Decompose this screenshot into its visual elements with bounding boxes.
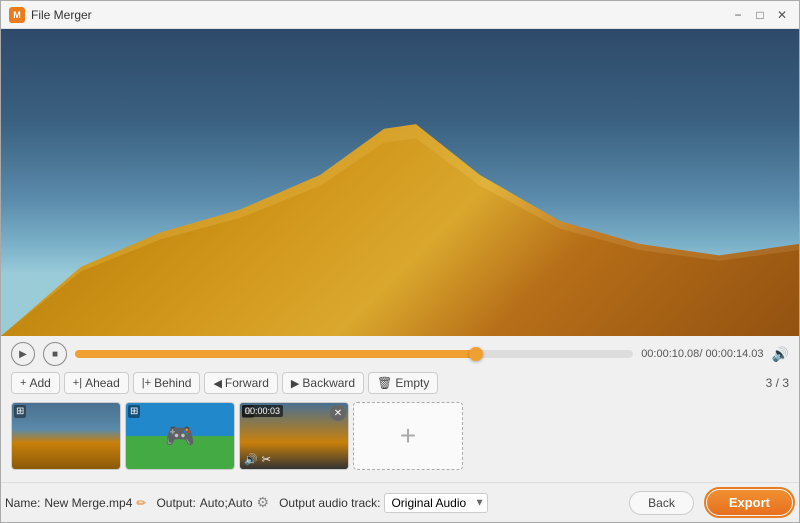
forward-button[interactable]: ◀ Forward — [204, 372, 277, 394]
title-bar-left: M File Merger — [9, 7, 92, 23]
empty-button[interactable]: 🗑 Empty — [368, 372, 438, 394]
forward-label: Forward — [225, 376, 269, 390]
window-title: File Merger — [31, 8, 92, 22]
output-label: Output: — [156, 496, 195, 510]
audio-track-label: Output audio track: — [279, 496, 380, 510]
time-current: 00:00:10.08 — [641, 348, 699, 360]
clips-row: ⊞ 🎮 ⊞ ⊞ 00:00:03 ✕ 🔊 ✂ + — [11, 400, 789, 472]
name-value: New Merge.mp4 — [44, 496, 132, 510]
clip-duration-3: 00:00:03 — [242, 405, 283, 417]
output-section: Output: Auto;Auto ⚙ — [156, 494, 269, 511]
forward-icon: ◀ — [213, 377, 221, 390]
stop-button[interactable]: ■ — [43, 342, 67, 366]
clip-count: 3 / 3 — [766, 376, 789, 390]
name-label: Name: — [5, 496, 40, 510]
behind-button[interactable]: |+ Behind — [133, 372, 201, 394]
minimize-button[interactable]: − — [729, 6, 747, 24]
add-label: Add — [29, 376, 50, 390]
progress-bar[interactable] — [75, 350, 633, 358]
app-window: M File Merger − □ ✕ ▶ ■ 00:00:10.08/ 00 — [0, 0, 800, 523]
app-icon: M — [9, 7, 25, 23]
controls-area: ▶ ■ 00:00:10.08/ 00:00:14.03 🔊 + Add +| … — [1, 336, 799, 482]
play-button[interactable]: ▶ — [11, 342, 35, 366]
behind-icon: |+ — [142, 377, 151, 389]
volume-icon[interactable]: 🔊 — [772, 346, 789, 363]
scissors-icon[interactable]: ✂ — [262, 453, 271, 466]
title-bar: M File Merger − □ ✕ — [1, 1, 799, 29]
maximize-button[interactable]: □ — [751, 6, 769, 24]
time-display: 00:00:10.08/ 00:00:14.03 — [641, 348, 763, 360]
ahead-label: Ahead — [85, 376, 120, 390]
close-button[interactable]: ✕ — [773, 6, 791, 24]
empty-label: Empty — [395, 376, 429, 390]
audio-dropdown-wrapper: Original Audio No Audio Mixed Audio ▼ — [384, 493, 488, 513]
progress-fill — [75, 350, 476, 358]
time-total: 00:00:14.03 — [705, 348, 763, 360]
toolbar-row: + Add +| Ahead |+ Behind ◀ Forward ▶ Bac… — [11, 372, 789, 394]
output-value: Auto;Auto — [200, 496, 253, 510]
add-clip-button[interactable]: + — [353, 402, 463, 470]
ahead-icon: +| — [73, 377, 82, 389]
trash-icon: 🗑 — [377, 376, 392, 390]
window-controls: − □ ✕ — [729, 6, 791, 24]
behind-label: Behind — [154, 376, 191, 390]
settings-icon[interactable]: ⚙ — [257, 494, 270, 511]
playback-row: ▶ ■ 00:00:10.08/ 00:00:14.03 🔊 — [11, 342, 789, 366]
bottom-bar: Name: New Merge.mp4 ✏ Output: Auto;Auto … — [1, 482, 799, 522]
clip-thumb-2[interactable]: 🎮 ⊞ — [125, 402, 235, 470]
audio-track-select[interactable]: Original Audio No Audio Mixed Audio — [384, 493, 488, 513]
progress-thumb[interactable] — [469, 347, 483, 361]
clip-close-3[interactable]: ✕ — [330, 405, 346, 421]
grid-icon-2: ⊞ — [128, 405, 140, 418]
edit-icon[interactable]: ✏ — [136, 496, 146, 510]
name-section: Name: New Merge.mp4 ✏ — [5, 496, 146, 510]
backward-button[interactable]: ▶ Backward — [282, 372, 364, 394]
clip-thumbnail-mario: 🎮 — [126, 403, 234, 469]
export-button[interactable]: Export — [707, 490, 792, 515]
export-button-wrapper: Export — [704, 487, 795, 518]
clip-thumbnail-mountain — [12, 403, 120, 469]
clip-thumb-1[interactable]: ⊞ — [11, 402, 121, 470]
grid-icon-1: ⊞ — [14, 405, 26, 418]
clip-controls-3: 🔊 ✂ — [244, 453, 271, 466]
ahead-button[interactable]: +| Ahead — [64, 372, 129, 394]
video-frame — [1, 29, 799, 336]
add-icon: + — [20, 377, 26, 389]
back-button[interactable]: Back — [629, 491, 694, 515]
video-preview — [1, 29, 799, 336]
audio-icon[interactable]: 🔊 — [244, 453, 258, 466]
backward-label: Backward — [302, 376, 355, 390]
clip-thumb-3[interactable]: ⊞ 00:00:03 ✕ 🔊 ✂ — [239, 402, 349, 470]
add-button[interactable]: + Add — [11, 372, 60, 394]
backward-icon: ▶ — [291, 377, 299, 390]
audio-section: Output audio track: Original Audio No Au… — [279, 493, 488, 513]
